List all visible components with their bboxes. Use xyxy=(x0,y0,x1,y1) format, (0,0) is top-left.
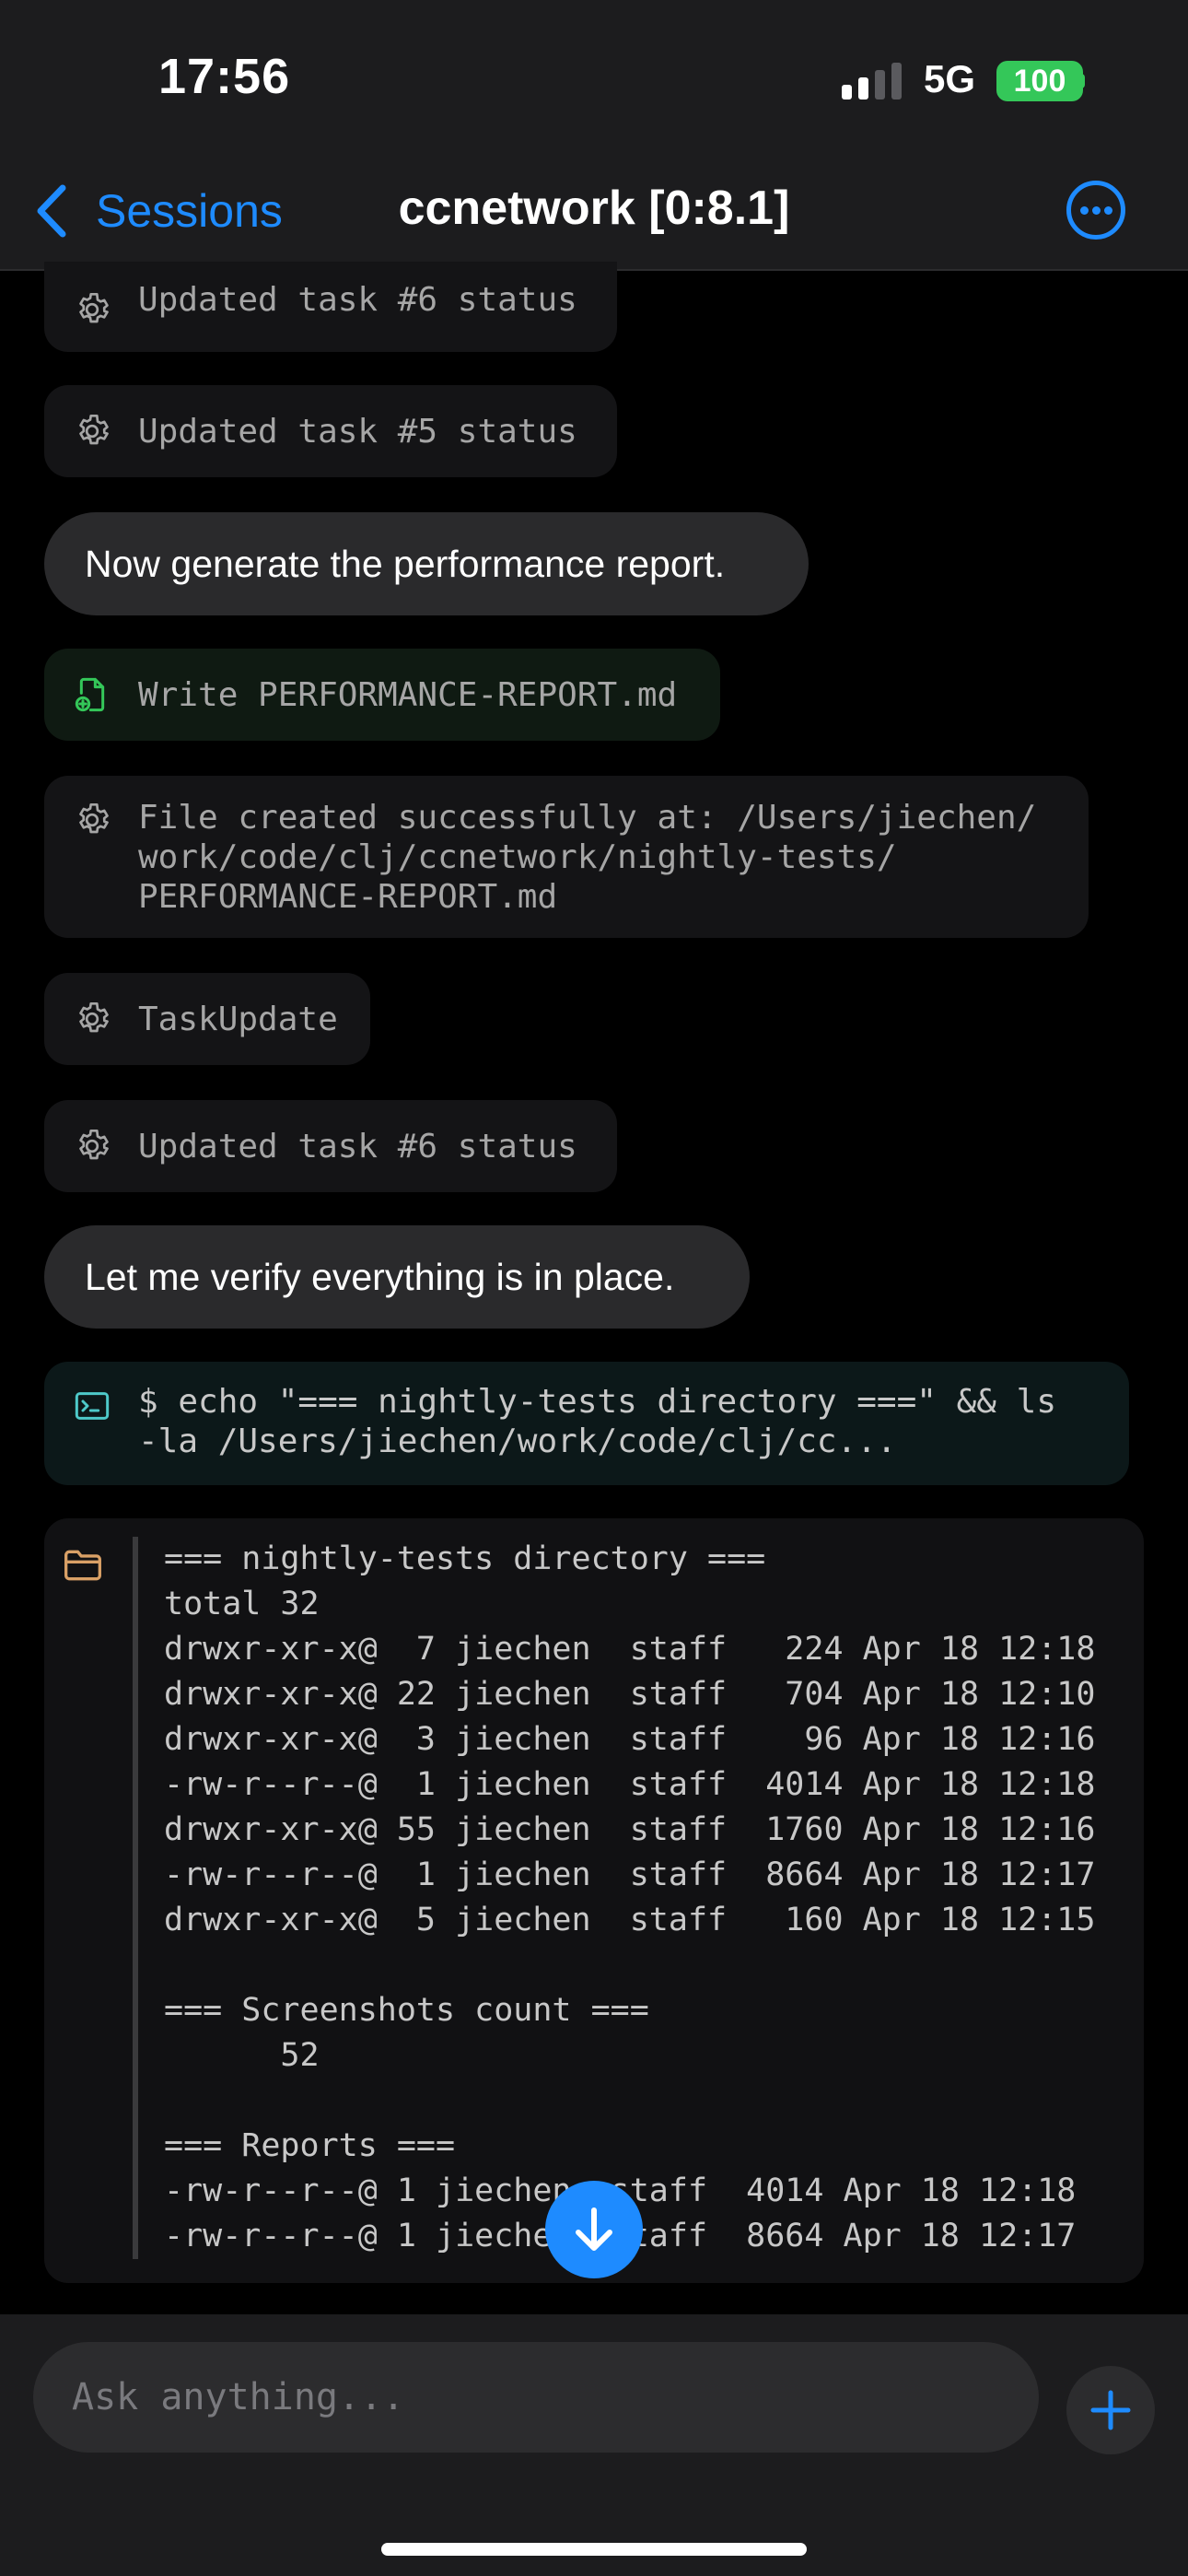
message-composer xyxy=(0,2314,1188,2576)
user-message-text: Let me verify everything is in place. xyxy=(85,1255,675,1298)
command-output-card[interactable]: === nightly-tests directory === total 32 d… xyxy=(44,1518,1144,2283)
output-line: -rw-r--r--@ 1 jiechen staff 4014 Apr 18 … xyxy=(133,1762,1144,1808)
status-time: 17:56 xyxy=(158,49,291,104)
output-line: drwxr-xr-x@ 7 jiechen staff 224 Apr 18 1… xyxy=(133,1627,1144,1672)
output-line: -rw-r--r--@ 1 jiechen staff 8664 Apr 18 … xyxy=(133,1853,1144,1898)
user-message: Let me verify everything is in place. xyxy=(44,1225,750,1329)
back-button[interactable]: Sessions xyxy=(33,179,283,243)
tool-result-text: Updated task #6 status xyxy=(138,1127,577,1165)
network-type: 5G xyxy=(924,57,976,100)
gear-icon xyxy=(79,1130,109,1160)
more-options-button[interactable] xyxy=(1066,181,1125,240)
battery-indicator: 100 xyxy=(996,61,1083,101)
tool-result-text: Updated task #6 status xyxy=(138,281,577,319)
output-line: === Reports === xyxy=(133,2124,1144,2169)
output-line: === Screenshots count === xyxy=(133,1988,1144,2033)
output-line: total 32 xyxy=(133,1582,1144,1627)
ellipsis-icon xyxy=(1080,206,1089,215)
gear-icon xyxy=(79,1002,109,1033)
tool-result-card[interactable]: Updated task #6 status xyxy=(44,262,617,352)
folder-icon xyxy=(64,1550,101,1581)
output-line: -rw-r--r--@ 1 jiechen staff 4014 Apr 18 … xyxy=(133,2169,1144,2214)
tool-result-card[interactable]: Updated task #6 status xyxy=(44,1100,617,1192)
output-line: drwxr-xr-x@ 5 jiechen staff 160 Apr 18 1… xyxy=(133,1898,1144,1943)
terminal-icon xyxy=(75,1392,110,1420)
scroll-to-bottom-button[interactable] xyxy=(545,2181,643,2278)
status-bar: 17:56 5G 100 xyxy=(0,0,1188,157)
output-line xyxy=(133,1943,1144,1988)
bash-command-card[interactable]: $ echo "=== nightly-tests directory ==="… xyxy=(44,1362,1129,1485)
tool-result-text: Updated task #5 status xyxy=(138,412,577,451)
navigation-bar: Sessions ccnetwork [0:8.1] xyxy=(0,157,1188,271)
plus-icon xyxy=(1090,2390,1131,2430)
gear-icon xyxy=(79,293,109,323)
output-line: drwxr-xr-x@ 3 jiechen staff 96 Apr 18 12… xyxy=(133,1717,1144,1762)
user-message-text: Now generate the performance report. xyxy=(85,542,726,585)
tool-result-card[interactable]: Updated task #5 status xyxy=(44,385,617,477)
output-line: 52 xyxy=(133,2033,1144,2078)
command-output-lines: === nightly-tests directory === total 32 d… xyxy=(133,1537,1144,2259)
output-line: === nightly-tests directory === xyxy=(133,1537,1144,1582)
tool-result-card[interactable]: File created successfully at: /Users/jie… xyxy=(44,776,1089,938)
tool-call-text: TaskUpdate xyxy=(138,1000,338,1038)
chevron-left-icon xyxy=(37,184,66,238)
cellular-signal-icon xyxy=(842,63,902,100)
message-input[interactable] xyxy=(33,2342,1039,2453)
tool-result-text: File created successfully at: /Users/jie… xyxy=(138,799,1037,916)
write-file-text: Write PERFORMANCE-REPORT.md xyxy=(138,675,678,714)
output-line: drwxr-xr-x@ 55 jiechen staff 1760 Apr 18… xyxy=(133,1808,1144,1853)
battery-tip xyxy=(1079,74,1085,88)
output-line xyxy=(133,2078,1144,2124)
add-attachment-button[interactable] xyxy=(1066,2366,1155,2454)
bash-command-text: $ echo "=== nightly-tests directory ==="… xyxy=(138,1383,1056,1460)
home-indicator xyxy=(381,2543,807,2556)
gear-icon xyxy=(79,803,109,834)
user-message: Now generate the performance report. xyxy=(44,512,809,615)
tool-call-card[interactable]: TaskUpdate xyxy=(44,973,370,1065)
write-file-card[interactable]: Write PERFORMANCE-REPORT.md xyxy=(44,649,720,741)
gear-icon xyxy=(79,415,109,445)
output-line: drwxr-xr-x@ 22 jiechen staff 704 Apr 18 … xyxy=(133,1672,1144,1717)
arrow-down-icon xyxy=(576,2207,612,2251)
file-add-icon xyxy=(75,677,105,712)
back-button-label: Sessions xyxy=(96,185,283,237)
